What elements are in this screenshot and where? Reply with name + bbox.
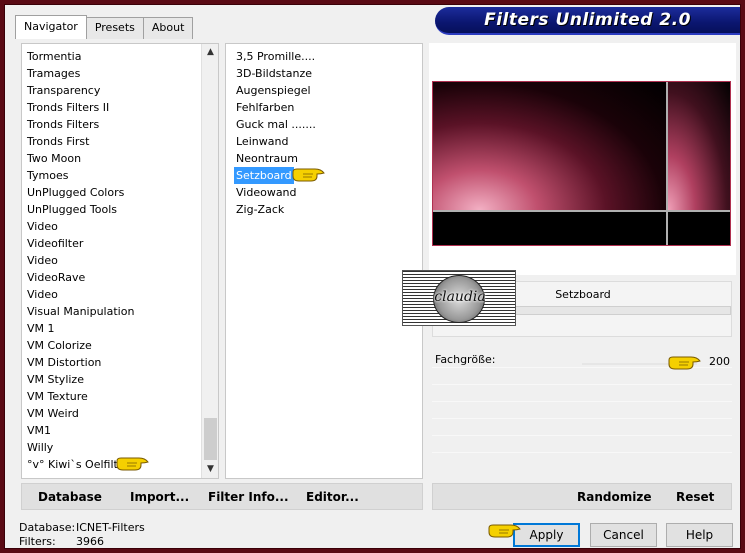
- filter-list[interactable]: 3,5 Promille.... 3D-Bildstanze Augenspiege…: [225, 43, 423, 479]
- apply-button[interactable]: Apply: [513, 523, 580, 547]
- filters-unlimited-window: Filters Unlimited 2.0 Navigator Presets …: [4, 4, 741, 549]
- category-item[interactable]: UnPlugged Colors: [27, 184, 199, 201]
- category-item[interactable]: VideoRave: [27, 269, 199, 286]
- category-item[interactable]: Visual Manipulation: [27, 303, 199, 320]
- filter-item[interactable]: Neontraum: [234, 150, 414, 167]
- filters-label: Filters:: [19, 535, 56, 548]
- database-label: Database:: [19, 521, 76, 534]
- param-row-empty: [432, 419, 732, 436]
- watermark-text: claudia: [434, 289, 486, 305]
- pointing-hand-icon: [116, 457, 149, 471]
- scroll-down-icon[interactable]: ▼: [202, 461, 219, 478]
- category-item[interactable]: Videofilter: [27, 235, 199, 252]
- category-item[interactable]: Video: [27, 286, 199, 303]
- category-item[interactable]: VM1: [27, 422, 199, 439]
- filter-item[interactable]: Augenspiegel: [234, 82, 414, 99]
- status-info: Database: ICNET-Filters Filters: 3966: [19, 521, 145, 549]
- category-item[interactable]: Tronds Filters: [27, 116, 199, 133]
- category-item[interactable]: Tramages: [27, 65, 199, 82]
- pointing-hand-icon: [488, 524, 521, 538]
- category-item[interactable]: Tymoes: [27, 167, 199, 184]
- bottom-toolbar-right: Randomize Reset: [432, 483, 732, 510]
- import-button[interactable]: Import...: [130, 490, 189, 504]
- database-button[interactable]: Database: [38, 490, 102, 504]
- title-banner: Filters Unlimited 2.0: [435, 7, 740, 35]
- category-item[interactable]: VM Texture: [27, 388, 199, 405]
- pointing-hand-icon: [668, 356, 701, 370]
- tab-navigator[interactable]: Navigator: [15, 15, 87, 39]
- filter-item[interactable]: Leinwand: [234, 133, 414, 150]
- param-value[interactable]: 200: [709, 355, 730, 368]
- category-item[interactable]: Video: [27, 252, 199, 269]
- filter-item[interactable]: Guck mal .......: [234, 116, 414, 133]
- cancel-button[interactable]: Cancel: [590, 523, 657, 547]
- reset-button[interactable]: Reset: [676, 490, 714, 504]
- category-item[interactable]: Tronds Filters II: [27, 99, 199, 116]
- category-list[interactable]: Tormentia Tramages Transparency Tronds Filt…: [21, 43, 219, 479]
- filter-item[interactable]: Videowand: [234, 184, 414, 201]
- banner-title: Filters Unlimited 2.0: [484, 10, 691, 30]
- filter-item[interactable]: 3,5 Promille....: [234, 48, 414, 65]
- category-item[interactable]: UnPlugged Tools: [27, 201, 199, 218]
- tab-about[interactable]: About: [142, 17, 194, 39]
- filter-info-button[interactable]: Filter Info...: [208, 490, 289, 504]
- param-row-empty: [432, 402, 732, 419]
- scroll-thumb[interactable]: [204, 418, 217, 460]
- category-item[interactable]: Transparency: [27, 82, 199, 99]
- category-scrollbar[interactable]: ▲ ▼: [201, 44, 218, 478]
- help-button[interactable]: Help: [666, 523, 733, 547]
- category-item[interactable]: VM Weird: [27, 405, 199, 422]
- filter-item[interactable]: Fehlfarben: [234, 99, 414, 116]
- category-item[interactable]: VM 1: [27, 320, 199, 337]
- filter-name-bar: [515, 306, 731, 315]
- category-item[interactable]: VM Colorize: [27, 337, 199, 354]
- filter-items: 3,5 Promille.... 3D-Bildstanze Augenspiege…: [234, 48, 414, 218]
- filters-value: 3966: [76, 535, 104, 548]
- param-row-empty: [432, 385, 732, 402]
- category-item[interactable]: VM Distortion: [27, 354, 199, 371]
- tab-strip: Navigator Presets About: [15, 15, 194, 39]
- preview-image: [432, 81, 731, 246]
- category-item[interactable]: Willy: [27, 439, 199, 456]
- filter-item[interactable]: 3D-Bildstanze: [234, 65, 414, 82]
- category-item[interactable]: °v° Kiwi`s Oelfilter: [27, 456, 199, 473]
- param-row-empty: [432, 436, 732, 453]
- watermark-logo: claudia: [402, 270, 516, 326]
- pointing-hand-icon: [292, 168, 325, 182]
- filter-item[interactable]: Zig-Zack: [234, 201, 414, 218]
- bottom-toolbar-left: Database Import... Filter Info... Editor…: [21, 483, 423, 510]
- category-item[interactable]: Tronds First: [27, 133, 199, 150]
- scroll-up-icon[interactable]: ▲: [202, 44, 219, 61]
- category-item[interactable]: VM Stylize: [27, 371, 199, 388]
- category-item[interactable]: Video: [27, 218, 199, 235]
- param-label: Fachgröße:: [435, 352, 496, 366]
- category-item[interactable]: Tormentia: [27, 48, 199, 65]
- database-value: ICNET-Filters: [76, 521, 145, 534]
- filter-item-selected[interactable]: Setzboard: [234, 167, 294, 184]
- category-item[interactable]: Two Moon: [27, 150, 199, 167]
- category-items: Tormentia Tramages Transparency Tronds Filt…: [27, 48, 199, 473]
- randomize-button[interactable]: Randomize: [577, 490, 651, 504]
- tab-presets[interactable]: Presets: [85, 17, 144, 39]
- editor-button[interactable]: Editor...: [306, 490, 359, 504]
